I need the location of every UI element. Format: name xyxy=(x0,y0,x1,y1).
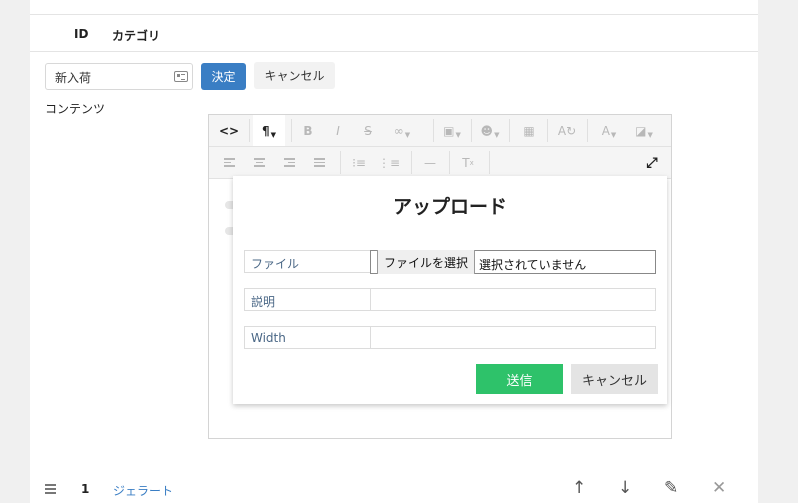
divider xyxy=(30,14,758,15)
align-right-icon[interactable] xyxy=(275,147,303,178)
ok-button[interactable]: 決定 xyxy=(201,63,246,90)
editor-toolbar-row-1: <> ¶ ▼ B I S ∞ ▼ ▣ ▼ ☻ ▼ ▦ A↻ A ▼ ◪ ▼ xyxy=(209,115,671,147)
category-input-value: 新入荷 xyxy=(55,71,92,85)
column-header-category[interactable]: カテゴリ xyxy=(112,27,160,44)
editor-toolbar-row-2: ⁝≡ ⋮≡ — Tx ⤢ xyxy=(209,147,671,179)
divider xyxy=(30,51,758,52)
fullscreen-icon[interactable]: ⤢ xyxy=(637,147,667,178)
file-input[interactable]: ファイルを選択 選択されていません xyxy=(370,250,656,274)
row-category-link[interactable]: ジェラート xyxy=(113,482,173,499)
image-icon[interactable]: ▣ ▼ xyxy=(435,115,469,146)
file-status-text: 選択されていません xyxy=(479,258,587,272)
align-center-icon[interactable] xyxy=(245,147,273,178)
bold-icon[interactable]: B xyxy=(293,115,323,146)
delete-icon[interactable]: ✕ xyxy=(712,478,726,498)
choose-file-button[interactable]: ファイルを選択 xyxy=(377,250,476,274)
text-direction-icon[interactable]: A↻ xyxy=(551,115,583,146)
width-input[interactable] xyxy=(370,326,656,349)
content-label: コンテンツ xyxy=(45,102,106,116)
send-button[interactable]: 送信 xyxy=(476,364,563,394)
table-row: 1 ジェラート ↑ ↓ ✎ ✕ xyxy=(30,476,758,503)
italic-icon[interactable]: I xyxy=(323,115,353,146)
move-down-icon[interactable]: ↓ xyxy=(618,478,632,498)
align-justify-icon[interactable] xyxy=(305,147,333,178)
cancel-button[interactable]: キャンセル xyxy=(254,62,335,89)
clear-formatting-icon[interactable]: Tx xyxy=(453,147,483,178)
code-view-icon[interactable]: <> xyxy=(213,115,245,146)
upload-dialog: アップロード ファイル ファイルを選択 選択されていません 説明 Width 送… xyxy=(233,176,667,404)
font-color-icon[interactable]: A ▼ xyxy=(591,115,627,146)
row-id: 1 xyxy=(81,482,90,496)
move-up-icon[interactable]: ↑ xyxy=(572,478,586,498)
id-card-icon[interactable] xyxy=(174,71,188,82)
description-label: 説明 xyxy=(244,288,371,311)
table-icon[interactable]: ▦ xyxy=(513,115,545,146)
description-input[interactable] xyxy=(370,288,656,311)
align-left-icon[interactable] xyxy=(215,147,243,178)
horizontal-rule-icon[interactable]: — xyxy=(415,147,445,178)
emoji-icon[interactable]: ☻ ▼ xyxy=(473,115,507,146)
drag-handle-icon[interactable] xyxy=(45,484,56,496)
background-color-icon[interactable]: ◪ ▼ xyxy=(627,115,661,146)
file-label: ファイル xyxy=(244,250,371,273)
dialog-cancel-button[interactable]: キャンセル xyxy=(571,364,658,394)
category-input[interactable]: 新入荷 xyxy=(45,63,193,90)
dialog-title: アップロード xyxy=(392,196,507,218)
bulleted-list-icon[interactable]: ⁝≡ xyxy=(345,147,373,178)
link-icon[interactable]: ∞ ▼ xyxy=(385,115,419,146)
width-label: Width xyxy=(244,326,371,349)
paragraph-icon[interactable]: ¶ ▼ xyxy=(253,115,285,146)
column-header-id[interactable]: ID xyxy=(74,27,88,41)
edit-pencil-icon[interactable]: ✎ xyxy=(664,478,678,498)
strikethrough-icon[interactable]: S xyxy=(353,115,383,146)
numbered-list-icon[interactable]: ⋮≡ xyxy=(375,147,403,178)
